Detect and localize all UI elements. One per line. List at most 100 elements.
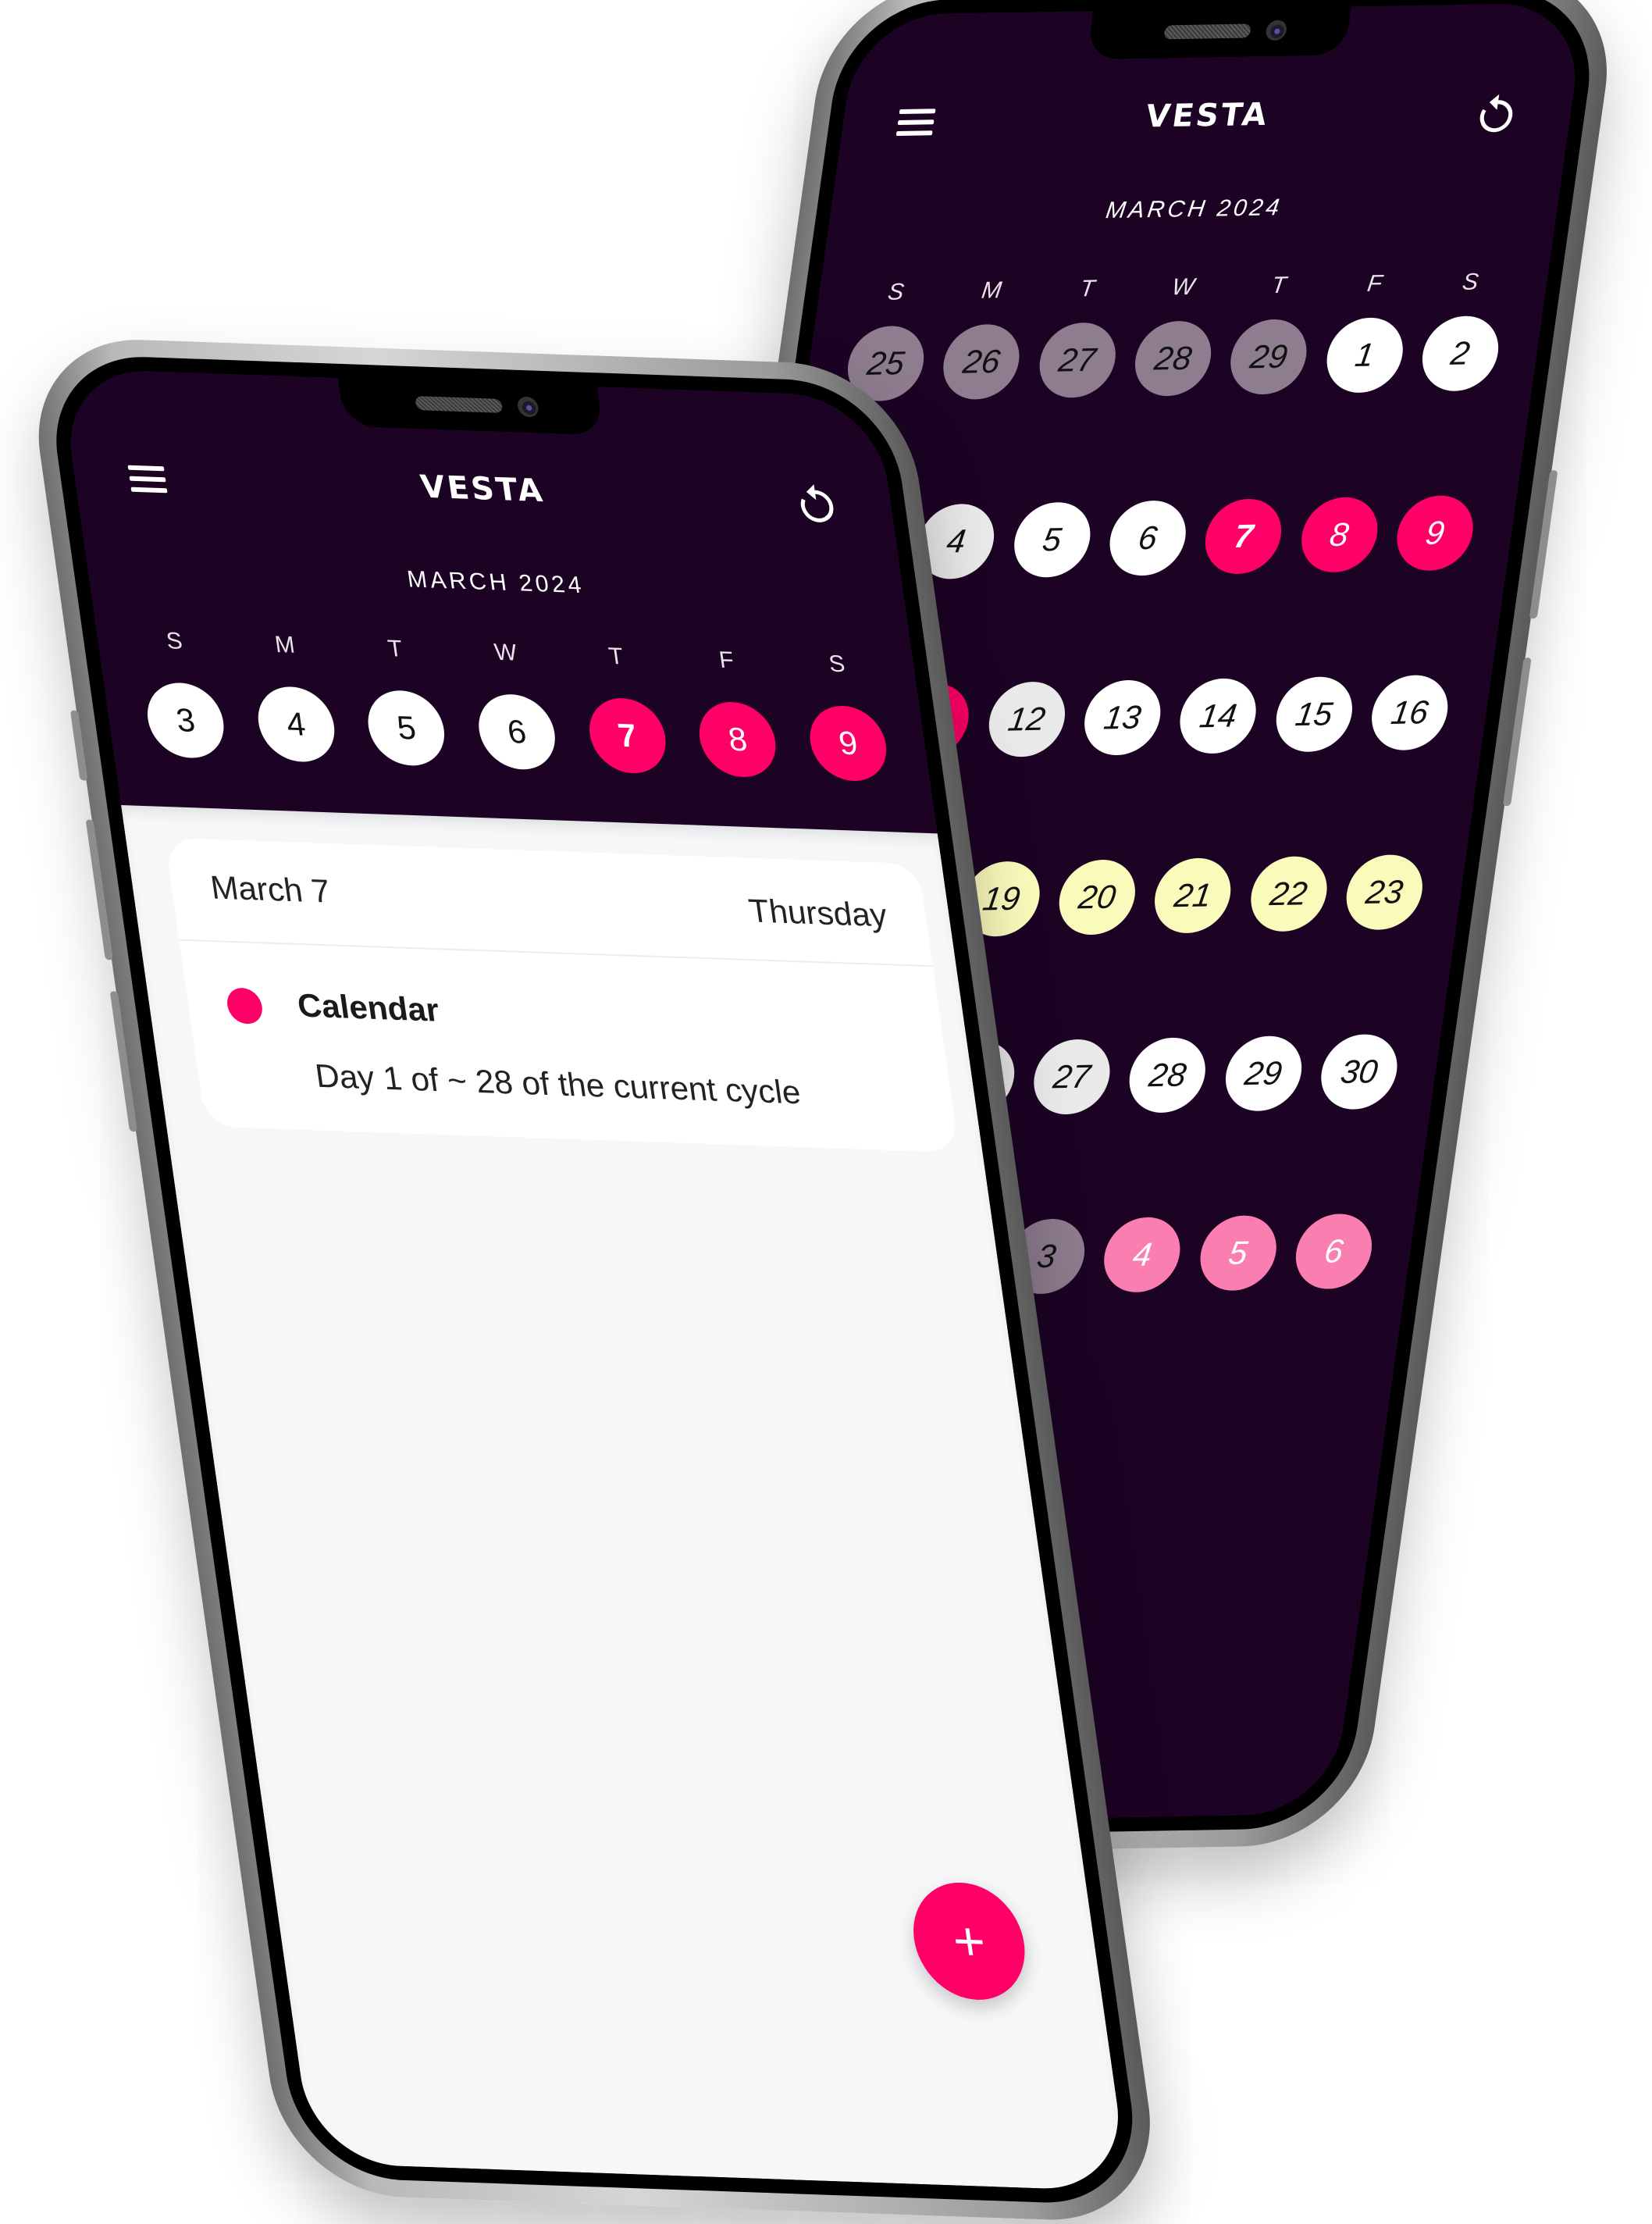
calendar-day[interactable]: 28 bbox=[1124, 1037, 1211, 1114]
day-number: 28 bbox=[1152, 339, 1194, 377]
calendar-day[interactable]: 3 bbox=[142, 681, 229, 760]
weekday-label: S bbox=[886, 279, 906, 305]
card-weekday: Thursday bbox=[746, 892, 889, 934]
day-number: 29 bbox=[1242, 1054, 1285, 1092]
weekday-header: S M T W T F S bbox=[135, 627, 877, 679]
calendar-day[interactable]: 28 bbox=[1130, 320, 1216, 397]
weekday-header: S M T W T F S bbox=[856, 269, 1510, 306]
calendar-day[interactable]: 2 bbox=[1417, 315, 1504, 392]
day-number: 15 bbox=[1293, 695, 1335, 733]
day-number: 29 bbox=[1248, 337, 1290, 376]
day-number: 14 bbox=[1197, 697, 1240, 735]
day-number: 13 bbox=[1102, 698, 1144, 736]
side-button bbox=[69, 710, 88, 781]
calendar-day[interactable]: 5 bbox=[363, 689, 450, 767]
refresh-icon[interactable] bbox=[794, 482, 839, 526]
app-title: VESTA bbox=[1143, 96, 1272, 135]
day-number: 3 bbox=[1034, 1237, 1059, 1275]
day-number: 4 bbox=[1130, 1235, 1155, 1274]
event-title[interactable]: Calendar bbox=[295, 987, 442, 1029]
weekday-label: W bbox=[1170, 273, 1196, 301]
day-number: 23 bbox=[1363, 873, 1406, 911]
day-number: 9 bbox=[1423, 514, 1447, 551]
calendar-day[interactable]: 6 bbox=[473, 693, 561, 771]
calendar-day[interactable]: 6 bbox=[1105, 500, 1191, 576]
calendar-day[interactable]: 7 bbox=[1192, 498, 1287, 679]
calendar-day[interactable]: 29 bbox=[1226, 319, 1312, 395]
calendar-day[interactable]: 7 bbox=[584, 697, 679, 879]
calendar-day[interactable]: 12 bbox=[984, 681, 1070, 758]
day-number: 27 bbox=[1056, 340, 1098, 379]
calendar-day[interactable]: 27 bbox=[1034, 322, 1120, 399]
calendar-day[interactable]: 1 bbox=[1321, 317, 1408, 394]
calendar-day[interactable]: 4 bbox=[1099, 1216, 1186, 1293]
calendar-day[interactable]: 14 bbox=[1175, 678, 1262, 754]
weekday-label: S bbox=[164, 628, 184, 654]
day-number: 26 bbox=[960, 342, 1003, 380]
side-button bbox=[85, 819, 114, 961]
speaker-grille bbox=[1163, 23, 1251, 40]
period-dot-icon bbox=[225, 987, 265, 1025]
calendar-day[interactable]: 13 bbox=[1079, 679, 1166, 756]
weekday-label: M bbox=[272, 632, 297, 658]
weekday-label: F bbox=[1365, 270, 1384, 298]
selection-indicator bbox=[1192, 545, 1274, 679]
day-number: 20 bbox=[1076, 878, 1119, 916]
day-number: 21 bbox=[1172, 876, 1214, 914]
weekday-label: T bbox=[607, 643, 625, 670]
calendar-day[interactable]: 30 bbox=[1316, 1033, 1402, 1110]
day-number: 5 bbox=[1226, 1234, 1250, 1271]
side-button bbox=[109, 991, 138, 1132]
calendar-day[interactable]: 22 bbox=[1245, 855, 1332, 932]
calendar-day[interactable]: 8 bbox=[1296, 496, 1383, 573]
camera-icon bbox=[1264, 20, 1288, 41]
weekday-label: T bbox=[386, 636, 404, 662]
refresh-icon[interactable] bbox=[1474, 92, 1519, 135]
calendar-day[interactable]: 15 bbox=[1271, 675, 1357, 753]
day-number: 25 bbox=[864, 344, 907, 382]
week-row: 25 26 27 28 29 1 2 bbox=[842, 315, 1504, 402]
week-strip: 3 4 5 6 7 8 9 bbox=[142, 681, 892, 879]
calendar-day[interactable]: 9 bbox=[1392, 494, 1478, 572]
month-label: MARCH 2024 bbox=[1104, 194, 1284, 224]
weekday-label: F bbox=[717, 647, 736, 674]
weekday-label: T bbox=[1078, 276, 1097, 302]
day-detail-sheet: March 7 Thursday Calendar Day 1 of ~ 28 … bbox=[121, 805, 1130, 2192]
day-number: 19 bbox=[981, 879, 1023, 918]
day-number: 27 bbox=[1051, 1057, 1093, 1096]
calendar-day[interactable]: 26 bbox=[938, 323, 1025, 401]
day-number: 4 bbox=[944, 522, 968, 560]
calendar-day[interactable]: 23 bbox=[1341, 854, 1428, 931]
weekday-label: W bbox=[493, 639, 519, 666]
calendar-day[interactable]: 27 bbox=[1029, 1039, 1115, 1115]
weekday-label: S bbox=[1461, 269, 1480, 295]
calendar-day[interactable]: 16 bbox=[1366, 674, 1453, 751]
month-label: MARCH 2024 bbox=[405, 566, 586, 599]
calendar-day[interactable]: 29 bbox=[1220, 1035, 1307, 1112]
calendar-day[interactable]: 6 bbox=[1291, 1213, 1377, 1290]
day-number: 12 bbox=[1006, 700, 1048, 738]
calendar-day[interactable]: 21 bbox=[1150, 857, 1236, 934]
calendar-day[interactable]: 5 bbox=[1009, 501, 1095, 579]
camera-icon bbox=[516, 396, 540, 418]
day-number: 7 bbox=[615, 716, 639, 754]
speaker-grille bbox=[415, 396, 504, 413]
day-number: 5 bbox=[1040, 521, 1064, 558]
card-header: March 7 Thursday bbox=[164, 837, 933, 968]
day-number: 8 bbox=[725, 720, 749, 758]
calendar-day[interactable]: 9 bbox=[805, 704, 892, 782]
day-number: 6 bbox=[504, 712, 529, 750]
day-number: 6 bbox=[1136, 519, 1160, 557]
calendar-day[interactable]: 20 bbox=[1054, 859, 1141, 936]
side-button bbox=[1502, 658, 1532, 807]
day-number: 22 bbox=[1267, 875, 1310, 913]
notch bbox=[337, 377, 604, 436]
add-entry-button[interactable]: + bbox=[906, 1880, 1033, 2002]
day-number: 9 bbox=[836, 724, 860, 762]
day-number: 1 bbox=[1352, 336, 1376, 374]
weekday-label: S bbox=[827, 650, 847, 678]
calendar-day[interactable]: 8 bbox=[694, 700, 781, 779]
calendar-day[interactable]: 4 bbox=[253, 685, 340, 764]
day-number: 2 bbox=[1448, 334, 1472, 372]
calendar-day[interactable]: 5 bbox=[1194, 1214, 1281, 1292]
